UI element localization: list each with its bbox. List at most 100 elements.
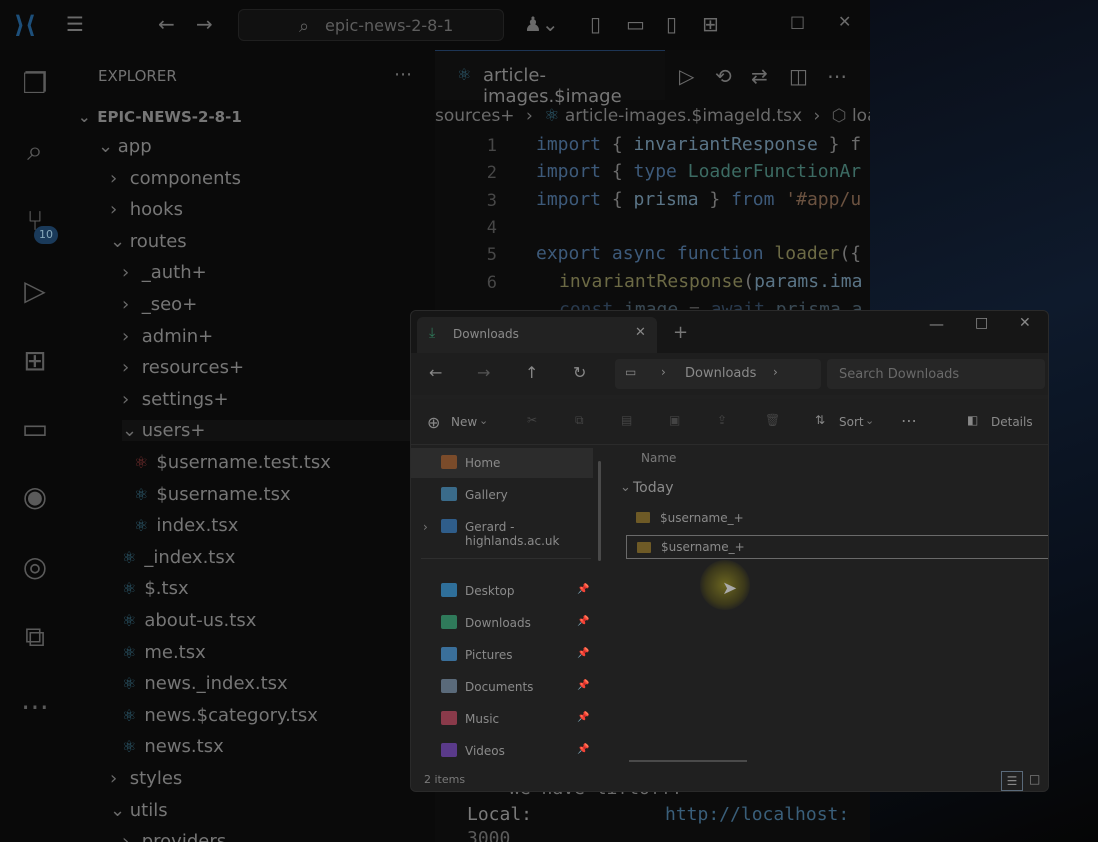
menu-icon[interactable]: ☰	[66, 12, 84, 36]
tree-folder[interactable]: ⌄ users+	[122, 420, 457, 442]
copilot-icon[interactable]: ♟⌄	[524, 12, 559, 36]
file-row-selected[interactable]: $username_+	[626, 535, 1048, 559]
tree-folder[interactable]: › _auth+	[122, 262, 207, 283]
tiles-view-icon[interactable]: □	[1029, 772, 1040, 786]
timeline-icon[interactable]: ⟲	[715, 64, 732, 88]
more-icon[interactable]: ⋯	[16, 688, 54, 726]
fe-tab-downloads[interactable]: ⤓ Downloads ✕	[417, 317, 657, 353]
forward-icon[interactable]: →	[477, 363, 490, 382]
tree-file[interactable]: ⚛ about-us.tsx	[122, 610, 256, 631]
explorer-icon[interactable]: ❐	[16, 65, 54, 103]
breadcrumb-item[interactable]: article-images.$imageId.tsx	[565, 106, 802, 126]
explorer-more-icon[interactable]: ⋯	[394, 64, 412, 85]
tree-file[interactable]: ⚛ news.tsx	[122, 736, 224, 757]
nav-item-gerard-highlands-ac-uk[interactable]: › Gerard - highlands.ac.uk	[411, 512, 593, 548]
code-line-5[interactable]: export async function loader({	[536, 243, 861, 264]
nav-item-home[interactable]: Home	[411, 448, 593, 478]
tree-folder[interactable]: › resources+	[122, 357, 244, 378]
new-icon[interactable]: ⊕	[427, 413, 440, 432]
nav-item-downloads[interactable]: Downloads 📌	[411, 608, 593, 638]
tree-file[interactable]: ⚛ $username.tsx	[134, 484, 291, 505]
group-header-today[interactable]: Today	[633, 480, 674, 496]
breadcrumb-item[interactable]: sources+	[435, 106, 515, 126]
share-icon[interactable]: ⇪	[717, 413, 727, 427]
terminal-link[interactable]: http://localhost:	[665, 804, 849, 825]
tree-file[interactable]: ⚛ news._index.tsx	[122, 673, 288, 694]
chevron-right-icon[interactable]: ›	[423, 520, 428, 534]
extensions-icon[interactable]: ⊞	[16, 342, 54, 380]
run-icon[interactable]: ▷	[679, 64, 694, 88]
tree-folder[interactable]: ⌄ app	[98, 136, 152, 157]
maximize-icon[interactable]: □	[790, 12, 805, 31]
address-bar[interactable]: ▭ › Downloads ›	[615, 359, 821, 389]
tree-folder[interactable]: › settings+	[122, 389, 229, 410]
details-pane-icon[interactable]: ◧	[967, 413, 978, 427]
nav-item-documents[interactable]: Documents 📌	[411, 672, 593, 702]
tree-folder[interactable]: › providers	[122, 831, 226, 842]
tree-folder[interactable]: ⌄ utils	[110, 800, 168, 821]
horizontal-scrollbar[interactable]	[629, 760, 747, 762]
tree-file[interactable]: ⚛ $.tsx	[122, 578, 189, 599]
up-icon[interactable]: ↑	[525, 363, 538, 382]
details-button[interactable]: Details	[991, 415, 1033, 429]
run-debug-icon[interactable]: ▷	[16, 272, 54, 310]
code-line-6[interactable]: invariantResponse(params.ima	[559, 271, 862, 292]
toggle-secondary-sidebar-icon[interactable]: ▯	[666, 12, 677, 36]
sort-button[interactable]: Sort	[839, 415, 864, 429]
more-options-icon[interactable]: ⋯	[901, 411, 917, 430]
delete-icon[interactable]: 🗑	[765, 413, 780, 427]
breadcrumb-item[interactable]: loac	[852, 106, 870, 126]
remote-explorer-icon[interactable]: ▭	[16, 410, 54, 448]
tree-file[interactable]: ⚛ me.tsx	[122, 642, 206, 663]
maximize-icon[interactable]: □	[975, 315, 988, 331]
project-root[interactable]: ⌄ EPIC-NEWS-2-8-1	[78, 108, 242, 126]
minimize-icon[interactable]: —	[929, 315, 944, 333]
refresh-icon[interactable]: ↻	[573, 363, 586, 382]
compare-icon[interactable]: ⇄	[751, 64, 768, 88]
rename-icon[interactable]: ▣	[669, 413, 680, 427]
tree-folder[interactable]: › components	[110, 168, 241, 189]
cut-icon[interactable]: ✂	[527, 413, 537, 427]
column-header-name[interactable]: Name	[641, 451, 676, 465]
split-editor-icon[interactable]: ◫	[789, 64, 808, 88]
search-activity-icon[interactable]: ⌕	[16, 132, 54, 170]
paste-icon[interactable]: ▤	[621, 413, 632, 427]
chevron-down-icon[interactable]: ⌄	[620, 480, 631, 495]
customize-layout-icon[interactable]: ⊞	[702, 12, 719, 36]
details-view-icon[interactable]: ☰	[1001, 771, 1023, 791]
back-icon[interactable]: ←	[429, 363, 442, 382]
tree-folder[interactable]: ⌄ routes	[110, 231, 187, 252]
tree-folder[interactable]: › admin+	[122, 326, 213, 347]
tree-file[interactable]: ⚛ $username.test.tsx	[134, 452, 331, 473]
toggle-sidebar-icon[interactable]: ▯	[590, 12, 601, 36]
nav-item-pictures[interactable]: Pictures 📌	[411, 640, 593, 670]
forward-arrow-icon[interactable]: →	[196, 12, 213, 36]
close-icon[interactable]: ✕	[838, 12, 851, 31]
new-tab-icon[interactable]: +	[673, 322, 688, 343]
file-row[interactable]: $username_+	[626, 506, 1048, 530]
tree-file[interactable]: ⚛ news.$category.tsx	[122, 705, 318, 726]
nav-item-music[interactable]: Music 📌	[411, 704, 593, 734]
tree-file[interactable]: ⚛ index.tsx	[134, 515, 238, 536]
tab-close-icon[interactable]: ✕	[635, 325, 646, 340]
back-arrow-icon[interactable]: ←	[158, 12, 175, 36]
tree-folder[interactable]: › styles	[110, 768, 182, 789]
code-line-2[interactable]: import { type LoaderFunctionAr	[536, 161, 861, 182]
tree-file[interactable]: ⚛ _index.tsx	[122, 547, 235, 568]
code-line-1[interactable]: import { invariantResponse } f	[536, 134, 861, 155]
copy-icon[interactable]: ⧉	[575, 413, 584, 428]
project-manager-icon[interactable]: ⧉	[16, 618, 54, 656]
command-center-search[interactable]: ⌕ epic-news-2-8-1	[238, 9, 504, 41]
nav-item-videos[interactable]: Videos 📌	[411, 736, 593, 766]
search-box[interactable]: Search Downloads	[827, 359, 1045, 389]
tree-folder[interactable]: › _seo+	[122, 294, 197, 315]
toggle-panel-icon[interactable]: ▭	[626, 12, 645, 36]
editor-more-icon[interactable]: ⋯	[827, 64, 847, 88]
tree-folder[interactable]: › hooks	[110, 199, 183, 220]
new-button[interactable]: New	[451, 415, 477, 429]
sort-icon[interactable]: ⇅	[815, 413, 825, 427]
code-line-3[interactable]: import { prisma } from '#app/u	[536, 189, 861, 210]
nav-item-gallery[interactable]: Gallery	[411, 480, 593, 510]
editor-tab[interactable]: ⚛ article-images.$image	[435, 50, 665, 107]
testing-icon[interactable]: ◎	[16, 548, 54, 586]
